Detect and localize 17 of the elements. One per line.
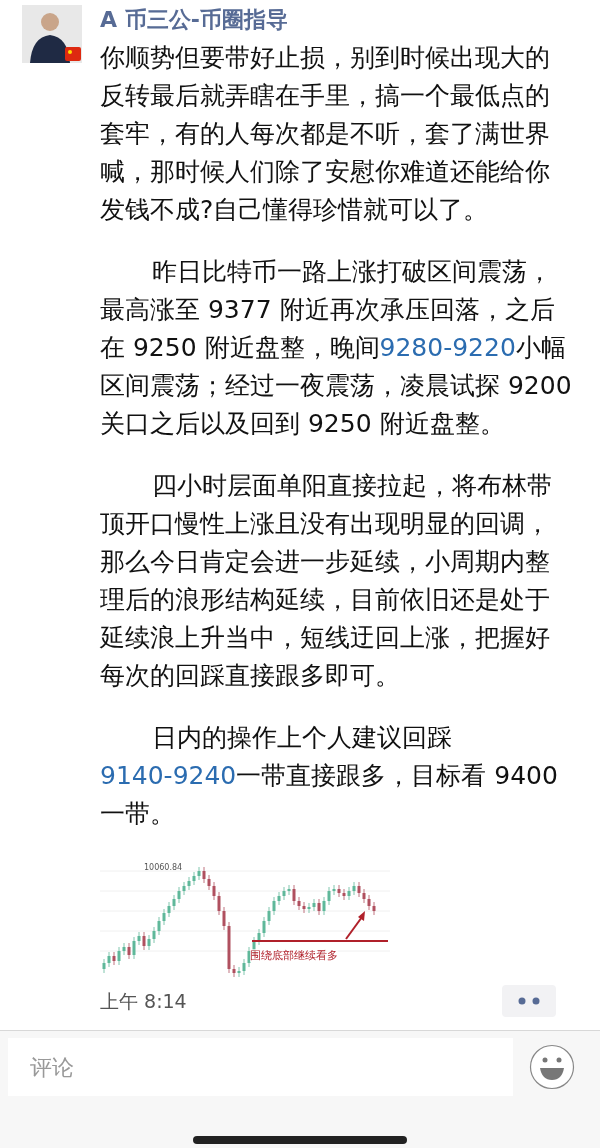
number-link[interactable]: 9140-9240 bbox=[100, 761, 237, 790]
flag-icon bbox=[65, 47, 81, 61]
peak-label: 10060.84 bbox=[144, 863, 183, 872]
post-paragraph: 四小时层面单阳直接拉起，将布林带顶开口慢性上涨且没有出现明显的回调，那么今日肯定会进一步延续，小周期内整理后的浪形结构延续，目前依旧还是处于延续浪上升当中，短线迂回上涨，把握好每次的回踩直接跟多即可。 bbox=[100, 470, 553, 692]
dots-icon bbox=[518, 997, 540, 1005]
more-button[interactable] bbox=[502, 985, 556, 1017]
post-paragraph: 你顺势但要带好止损，别到时候出现大的反转最后就弄瞎在手里，搞一个最低点的套牢，有的人每次都是不听，套了满世界喊，那时候人们除了安慰你难道还能给你发钱不成?自己懂得珍惜就可以了。 bbox=[100, 42, 551, 226]
author-name[interactable]: A 币三公-币圈指导 bbox=[100, 5, 580, 35]
comment-field[interactable]: 评论 bbox=[8, 1038, 513, 1096]
up-arrow bbox=[345, 911, 365, 940]
chart-annotation: 围绕底部继续看多 bbox=[250, 949, 338, 962]
post-paragraph: 日内的操作上个人建议回踩 9140-9240一带直接跟多，目标看 9400 一带。 bbox=[100, 722, 559, 830]
post-time: 上午 8:14 bbox=[100, 988, 187, 1014]
number-link[interactable]: 9280-9220 bbox=[379, 333, 516, 362]
post-paragraph: 昨日比特币一路上涨打破区间震荡，最高涨至 9377 附近再次承压回落，之后在 9250 附近盘整，晚间9280-9220小幅区间震荡；经过一夜震荡，凌晨试探 9200 关口之后以及回到 9250 附近盘整。 bbox=[100, 256, 573, 440]
emoji-icon[interactable] bbox=[529, 1044, 575, 1090]
avatar[interactable] bbox=[22, 5, 82, 63]
